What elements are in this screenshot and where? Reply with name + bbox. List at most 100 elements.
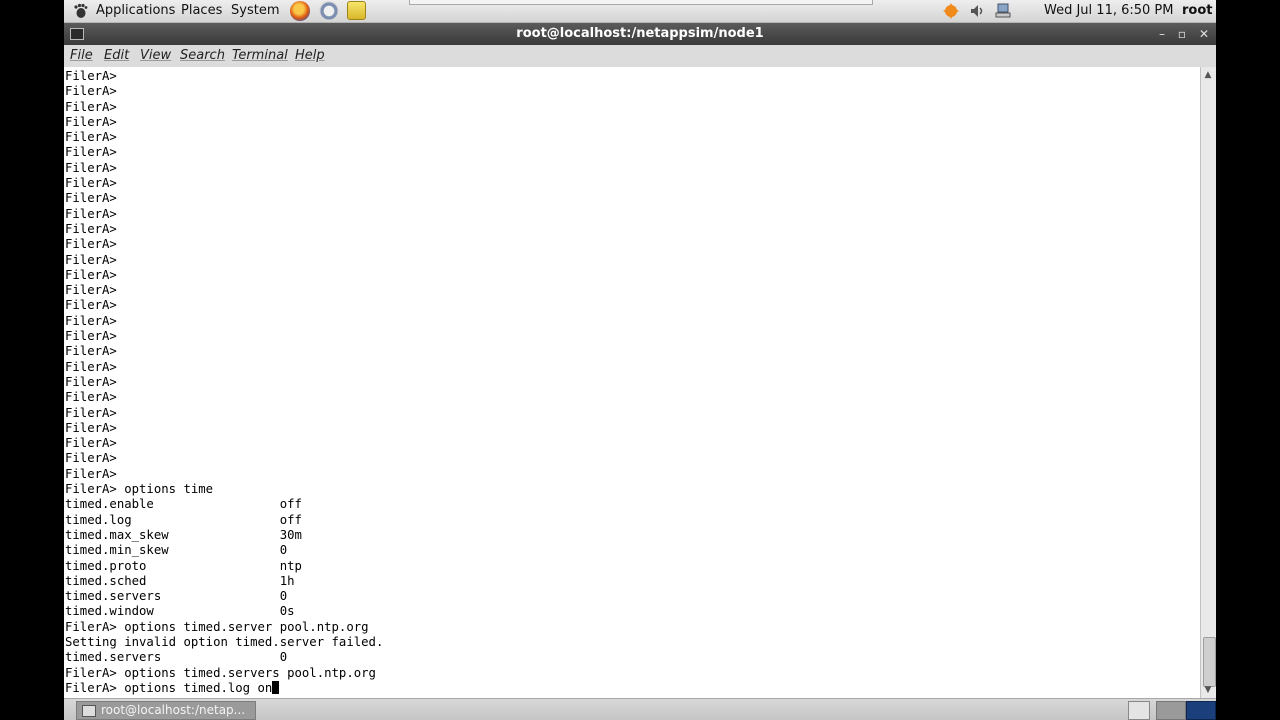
- maximize-button[interactable]: ▫: [1172, 23, 1192, 45]
- terminal-line-text: FilerA>: [65, 114, 117, 129]
- menu-terminal[interactable]: Terminal: [232, 48, 288, 64]
- menu-view[interactable]: View: [140, 48, 171, 64]
- terminal-line-text: FilerA>: [65, 99, 117, 114]
- panel-drop-area: [409, 0, 873, 5]
- terminal-line: FilerA>: [65, 421, 383, 436]
- terminal-line: FilerA>: [65, 84, 383, 99]
- taskbar-terminal-button[interactable]: root@localhost:/netap...: [76, 701, 256, 720]
- terminal-line-text: FilerA>: [65, 405, 117, 420]
- update-icon[interactable]: [942, 2, 960, 20]
- top-panel: Applications Places System Wed Jul 11, 6…: [64, 0, 1216, 23]
- terminal-line-text: FilerA>: [65, 313, 117, 328]
- terminal-line: FilerA>: [65, 314, 383, 329]
- gnome-foot-icon[interactable]: [72, 3, 88, 19]
- workspace-switcher-2[interactable]: [1186, 701, 1216, 720]
- terminal-line: Setting invalid option timed.server fail…: [65, 635, 383, 650]
- terminal-line: FilerA>: [65, 130, 383, 145]
- minimize-button[interactable]: –: [1152, 23, 1172, 45]
- terminal-line: timed.max_skew 30m: [65, 528, 383, 543]
- terminal-line: FilerA>: [65, 145, 383, 160]
- terminal-line: timed.min_skew 0: [65, 543, 383, 558]
- terminal-line: FilerA> options timed.server pool.ntp.or…: [65, 620, 383, 635]
- terminal-line: FilerA>: [65, 390, 383, 405]
- mail-icon[interactable]: [319, 1, 339, 21]
- system-menu[interactable]: System: [229, 2, 281, 20]
- terminal-scrollbar[interactable]: ▲ ▼: [1200, 67, 1216, 698]
- terminal-window-icon[interactable]: [70, 28, 84, 40]
- close-button[interactable]: ✕: [1194, 23, 1214, 45]
- terminal-line: FilerA>: [65, 344, 383, 359]
- panel-clock[interactable]: Wed Jul 11, 6:50 PM: [1044, 2, 1173, 20]
- terminal-line-text: timed.enable off: [65, 497, 302, 512]
- terminal-line-text: FilerA>: [65, 206, 117, 221]
- terminal-line: FilerA>: [65, 375, 383, 390]
- window-title: root@localhost:/netappsim/node1: [516, 26, 764, 41]
- terminal-line: timed.servers 0: [65, 589, 383, 604]
- terminal-line: FilerA>: [65, 69, 383, 84]
- terminal-menubar: File Edit View Search Terminal Help: [64, 45, 1216, 67]
- terminal-line-text: FilerA>: [65, 374, 117, 389]
- terminal-line-text: Setting invalid option timed.server fail…: [65, 634, 384, 649]
- terminal-line: FilerA>: [65, 100, 383, 115]
- terminal-task-icon: [82, 705, 96, 717]
- terminal-line-text: timed.window 0s: [65, 604, 295, 619]
- terminal-line-text: timed.log off: [65, 512, 302, 527]
- terminal-line-text: timed.min_skew 0: [65, 543, 288, 558]
- show-desktop-icon[interactable]: [1128, 701, 1150, 720]
- terminal-line-text: FilerA>: [65, 420, 117, 435]
- terminal-line-text: timed.servers 0: [65, 650, 288, 665]
- terminal-line: FilerA>: [65, 436, 383, 451]
- terminal-line-text: FilerA>: [65, 130, 117, 145]
- terminal-output[interactable]: FilerA> FilerA> FilerA> FilerA> FilerA> Filer…: [64, 67, 1200, 698]
- window-titlebar[interactable]: root@localhost:/netappsim/node1 – ▫ ✕: [64, 23, 1216, 45]
- menu-search[interactable]: Search: [180, 48, 225, 64]
- terminal-line-text: FilerA>: [65, 329, 117, 344]
- terminal-line: FilerA>: [65, 329, 383, 344]
- bottom-panel: root@localhost:/netap...: [64, 698, 1216, 720]
- terminal-line-text: FilerA>: [65, 145, 117, 160]
- scroll-thumb[interactable]: [1203, 637, 1216, 687]
- terminal-line: FilerA>: [65, 237, 383, 252]
- terminal-line-text: timed.proto ntp: [65, 558, 302, 573]
- places-menu[interactable]: Places: [179, 2, 224, 20]
- terminal-line-text: FilerA>: [65, 267, 117, 282]
- terminal-line: FilerA>: [65, 207, 383, 222]
- terminal-line: timed.servers 0: [65, 650, 383, 665]
- terminal-lines: FilerA> FilerA> FilerA> FilerA> FilerA> Filer…: [65, 69, 383, 696]
- panel-user-name[interactable]: root: [1182, 2, 1213, 20]
- scroll-up-icon[interactable]: ▲: [1203, 70, 1213, 80]
- terminal-line-text: timed.servers 0: [65, 589, 288, 604]
- taskbar-terminal-label: root@localhost:/netap...: [101, 703, 246, 717]
- terminal-line-text: FilerA>: [65, 344, 117, 359]
- terminal-line: FilerA>: [65, 161, 383, 176]
- terminal-line: FilerA>: [65, 222, 383, 237]
- terminal-line: FilerA>: [65, 115, 383, 130]
- terminal-line: timed.proto ntp: [65, 559, 383, 574]
- terminal-cursor: [272, 680, 280, 694]
- terminal-line: FilerA>: [65, 253, 383, 268]
- volume-icon[interactable]: [968, 2, 986, 20]
- network-icon[interactable]: [994, 2, 1012, 20]
- terminal-line: FilerA> options timed.servers pool.ntp.o…: [65, 666, 383, 681]
- terminal-line: FilerA> options time: [65, 482, 383, 497]
- terminal-line-text: FilerA>: [65, 69, 117, 83]
- menu-help[interactable]: Help: [295, 48, 325, 64]
- terminal-line-text: FilerA>: [65, 359, 117, 374]
- terminal-line: FilerA>: [65, 176, 383, 191]
- terminal-line-text: FilerA>: [65, 390, 117, 405]
- applications-menu[interactable]: Applications: [94, 2, 177, 20]
- workspace-switcher-1[interactable]: [1156, 701, 1186, 720]
- terminal-line-text: FilerA>: [65, 191, 117, 206]
- firefox-icon[interactable]: [290, 1, 310, 21]
- terminal-line: timed.enable off: [65, 497, 383, 512]
- menu-edit[interactable]: Edit: [104, 48, 129, 64]
- terminal-line-text: FilerA>: [65, 160, 117, 175]
- terminal-line-text: FilerA> options timed.server pool.ntp.or…: [65, 619, 369, 634]
- terminal-line: FilerA>: [65, 406, 383, 421]
- scroll-down-icon[interactable]: ▼: [1203, 685, 1213, 695]
- terminal-line-text: timed.max_skew 30m: [65, 527, 302, 542]
- menu-file[interactable]: File: [70, 48, 93, 64]
- terminal-line: FilerA>: [65, 283, 383, 298]
- notes-icon[interactable]: [347, 1, 366, 20]
- terminal-line: FilerA> options timed.log on: [65, 680, 383, 696]
